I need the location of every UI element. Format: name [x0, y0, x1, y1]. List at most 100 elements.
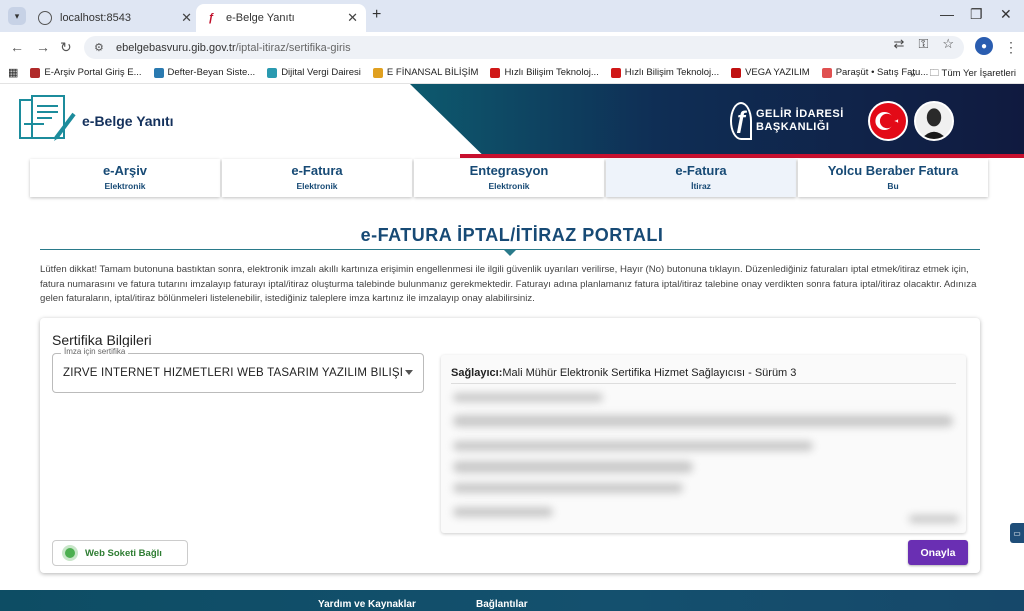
profile-avatar-icon[interactable]: ● — [975, 37, 993, 55]
address-bar-row: ← → ↻ ⚙ ebelgebasvuru.gib.gov.tr/iptal-i… — [0, 32, 1024, 62]
new-tab-icon[interactable]: + — [372, 6, 381, 24]
bookmark-item[interactable]: Dijital Vergi Dairesi — [267, 67, 361, 78]
certificate-select[interactable]: İmza için sertifika ZİRVE İNTERNET HİZME… — [52, 347, 424, 393]
bookmark-item[interactable]: VEGA YAZILIM — [731, 67, 810, 78]
warning-notice: Lütfen dikkat! Tamam butonuna bastıktan … — [40, 264, 977, 304]
bookmark-favicon-icon — [153, 67, 164, 78]
site-header: e-Belge Yanıtı ƒ GELİR İDARESİ BAŞKANLIĞ… — [0, 84, 1024, 159]
redacted-detail — [453, 483, 683, 493]
gib-logo[interactable]: ƒ GELİR İDARESİ BAŞKANLIĞI — [730, 102, 844, 140]
bookmark-item[interactable]: E FİNANSAL BİLİŞİM — [372, 67, 479, 78]
close-tab-icon[interactable]: ✕ — [347, 10, 358, 26]
bookmarks-bar: ▦ E-Arşiv Portal Giriş E... Defter-Beyan… — [0, 62, 1024, 84]
menu-tab-title: Entegrasyon — [469, 163, 549, 178]
site-footer: Yardım ve Kaynaklar Bağlantılar — [0, 590, 1024, 611]
gib-line1: GELİR İDARESİ — [756, 108, 844, 120]
dropdown-arrow-icon — [405, 370, 413, 375]
menu-tab-title: e-Fatura — [675, 163, 727, 178]
main-menu: e-Arşiv Elektronik e-Fatura Elektronik E… — [30, 159, 988, 197]
menu-tab-subtitle: Elektronik — [104, 181, 146, 191]
bookmark-item[interactable]: Hızlı Bilişim Teknoloj... — [490, 67, 599, 78]
translate-icon[interactable]: ⇄ — [894, 36, 905, 52]
bookmark-label: VEGA YAZILIM — [745, 67, 810, 78]
close-window-icon[interactable]: ✕ — [1000, 6, 1012, 23]
provider-label: Sağlayıcı: — [451, 367, 503, 379]
menu-tab-title: Yolcu Beraber Fatura — [827, 163, 959, 178]
close-tab-icon[interactable]: ✕ — [181, 10, 192, 26]
tab-title: localhost:8543 — [60, 12, 131, 24]
certificate-section-title: Sertifika Bilgileri — [52, 332, 152, 348]
back-icon[interactable]: ← — [10, 39, 24, 55]
certificate-select-legend: İmza için sertifika — [61, 347, 129, 356]
url-input[interactable]: ⚙ ebelgebasvuru.gib.gov.tr/iptal-itiraz/… — [84, 36, 964, 59]
bookmark-favicon-icon — [372, 67, 383, 78]
bookmark-favicon-icon — [731, 67, 742, 78]
certificate-details-panel: Sağlayıcı:Mali Mühür Elektronik Sertifik… — [441, 355, 966, 533]
approve-button[interactable]: Onayla — [908, 540, 968, 565]
menu-tab-e-arsiv[interactable]: e-Arşiv Elektronik — [30, 159, 220, 197]
bookmark-item[interactable]: Hızlı Bilişim Teknoloj... — [610, 67, 720, 78]
provider-divider — [451, 383, 956, 384]
minimize-icon[interactable]: — — [940, 6, 954, 22]
turkish-flag-icon — [868, 101, 908, 141]
title-arrow-icon — [503, 249, 517, 256]
bookmark-label: E-Arşiv Portal Giriş E... — [44, 67, 142, 78]
gib-line2: BAŞKANLIĞI — [756, 121, 830, 133]
redacted-detail — [909, 515, 959, 523]
browser-tabbar: ▾ localhost:8543 ✕ ƒ e-Belge Yanıtı ✕ + … — [0, 0, 1024, 32]
menu-tab-e-fatura[interactable]: e-Fatura Elektronik — [222, 159, 412, 197]
page-title: e-FATURA İPTAL/İTİRAZ PORTALI — [360, 225, 664, 245]
site-info-icon[interactable]: ⚙ — [94, 41, 108, 54]
browser-tab-ebelge[interactable]: ƒ e-Belge Yanıtı ✕ — [196, 4, 366, 32]
bookmark-star-icon[interactable]: ☆ — [942, 36, 954, 52]
ataturk-portrait-icon — [914, 101, 954, 141]
bookmark-favicon-icon — [610, 67, 621, 78]
apps-grid-icon[interactable]: ▦ — [8, 66, 18, 79]
menu-tab-subtitle: Elektronik — [488, 181, 530, 191]
site-logo-text[interactable]: e-Belge Yanıtı — [82, 113, 174, 129]
document-pen-icon — [19, 95, 76, 141]
redacted-detail — [453, 507, 553, 517]
menu-kebab-icon[interactable]: ⋮ — [1004, 39, 1018, 56]
menu-tab-title: e-Arşiv — [102, 163, 148, 178]
gib-emblem-icon: ƒ — [730, 102, 752, 140]
reload-icon[interactable]: ↻ — [60, 39, 72, 56]
all-bookmarks-label: Tüm Yer İşaretleri — [941, 68, 1016, 79]
restore-icon[interactable]: ❐ — [970, 6, 983, 23]
all-bookmarks-folder[interactable]: 🗀 Tüm Yer İşaretleri — [930, 66, 1016, 82]
bookmark-item[interactable]: Defter-Beyan Siste... — [153, 67, 256, 78]
bookmark-label: Defter-Beyan Siste... — [167, 67, 256, 78]
menu-tab-subtitle: İtiraz — [691, 181, 711, 191]
password-key-icon[interactable]: ⚿ — [918, 36, 928, 52]
tab-search-button[interactable]: ▾ — [8, 7, 26, 25]
bookmark-item[interactable]: E-Arşiv Portal Giriş E... — [30, 67, 142, 78]
footer-help-heading: Yardım ve Kaynaklar — [318, 599, 416, 610]
certificate-card: Sertifika Bilgileri İmza için sertifika … — [40, 318, 980, 573]
bookmark-label: E FİNANSAL BİLİŞİM — [386, 67, 479, 78]
provider-value: Mali Mühür Elektronik Sertifika Hizmet S… — [502, 367, 797, 379]
redacted-detail — [453, 393, 603, 402]
menu-tab-e-fatura-itiraz[interactable]: e-Fatura İtiraz — [606, 159, 796, 197]
bookmark-label: Dijital Vergi Dairesi — [281, 67, 361, 78]
menu-tab-subtitle: Bu — [887, 181, 899, 191]
globe-icon — [38, 11, 52, 25]
redacted-detail — [453, 441, 813, 451]
bookmark-favicon-icon — [30, 67, 41, 78]
bookmark-label: Hızlı Bilişim Teknoloj... — [624, 67, 720, 78]
gib-favicon-icon: ƒ — [207, 12, 215, 24]
bookmark-favicon-icon — [490, 67, 501, 78]
menu-tab-entegrasyon[interactable]: Entegrasyon Elektronik — [414, 159, 604, 197]
bookmarks-overflow-button[interactable]: » — [910, 69, 915, 80]
menu-tab-title: e-Fatura — [291, 163, 343, 178]
websocket-status-button[interactable]: Web Soketi Bağlı — [52, 540, 188, 566]
menu-tab-subtitle: Elektronik — [296, 181, 338, 191]
folder-icon: 🗀 — [929, 68, 942, 79]
browser-tab-localhost[interactable]: localhost:8543 ✕ — [30, 4, 200, 32]
tab-title: e-Belge Yanıtı — [226, 12, 295, 24]
forward-icon[interactable]: → — [36, 39, 50, 55]
side-feedback-widget-icon[interactable]: ▭ — [1010, 523, 1024, 543]
menu-tab-yolcu-beraber[interactable]: Yolcu Beraber Fatura Bu — [798, 159, 988, 197]
redacted-detail — [453, 461, 693, 473]
header-red-stripe — [460, 154, 1024, 158]
connected-dot-icon — [65, 548, 75, 558]
